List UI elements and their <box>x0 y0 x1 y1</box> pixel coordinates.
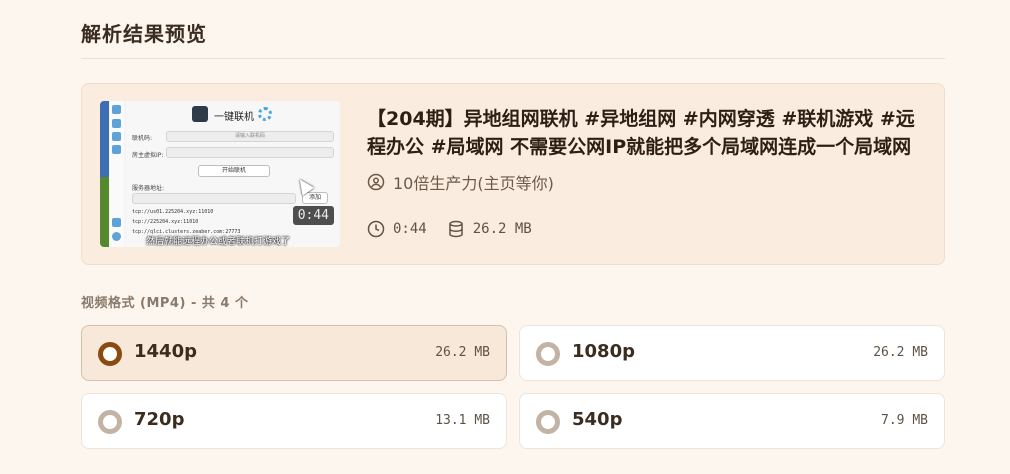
result-card: 一键联机 联机码: 请输入联机码 房主虚拟IP: 开始联机 服务器地址: 添加 … <box>81 83 945 265</box>
clock-icon <box>367 220 385 238</box>
thumb-icon-column <box>110 101 124 247</box>
format-option-540p[interactable]: 540p 7.9 MB <box>519 393 945 449</box>
thumb-caption: 然后就能远程办公或者联机打游戏了 <box>146 237 291 247</box>
radio-selected-icon[interactable] <box>98 342 122 366</box>
format-size: 26.2 MB <box>435 345 490 360</box>
author-name: 10倍生产力(主页等你) <box>393 174 554 193</box>
section-title: 解析结果预览 <box>81 22 207 46</box>
radio-icon[interactable] <box>536 342 560 366</box>
thumb-field2-label: 房主虚拟IP: <box>132 152 164 159</box>
thumb-home-icon <box>112 105 121 114</box>
thumb-app-window: 一键联机 联机码: 请输入联机码 房主虚拟IP: 开始联机 服务器地址: 添加 … <box>126 101 340 247</box>
format-label: 1080p <box>572 341 635 362</box>
video-title: 【204期】异地组网联机 #异地组网 #内网穿透 #联机游戏 #远程办公 #局域… <box>367 108 915 158</box>
video-thumbnail: 一键联机 联机码: 请输入联机码 房主虚拟IP: 开始联机 服务器地址: 添加 … <box>100 101 340 247</box>
thumb-menu-icon <box>112 145 121 154</box>
thumb-house-icon <box>112 119 121 128</box>
meta-row: 0:44 26.2 MB <box>367 220 532 238</box>
radio-icon[interactable] <box>536 410 560 434</box>
format-option-1080p[interactable]: 1080p 26.2 MB <box>519 325 945 381</box>
format-size: 13.1 MB <box>435 413 490 428</box>
thumb-field1-label: 联机码: <box>132 135 153 142</box>
format-option-1440p[interactable]: 1440p 26.2 MB <box>81 325 507 381</box>
duration-badge: 0:44 <box>292 206 334 225</box>
divider <box>81 58 945 59</box>
thumb-add-button: 添加 <box>302 192 328 204</box>
thumb-sidebar-strip <box>100 101 109 247</box>
radio-icon[interactable] <box>98 410 122 434</box>
thumb-server-box <box>132 193 296 204</box>
thumb-settings-icon <box>112 218 121 227</box>
thumb-field2-box <box>166 147 334 158</box>
thumb-server-label: 服务器地址: <box>132 185 165 192</box>
thumb-start-button: 开始联机 <box>198 165 270 177</box>
author-row: 10倍生产力(主页等你) <box>367 170 554 194</box>
duration-text: 0:44 <box>393 221 427 237</box>
format-option-720p[interactable]: 720p 13.1 MB <box>81 393 507 449</box>
database-icon <box>447 220 465 238</box>
thumb-spinner-icon <box>112 132 121 141</box>
format-size: 26.2 MB <box>873 345 928 360</box>
thumb-field1-box: 请输入联机码 <box>166 131 334 142</box>
thumb-help-icon <box>112 232 121 241</box>
duration-group: 0:44 <box>367 220 427 238</box>
format-size: 7.9 MB <box>881 413 928 428</box>
size-text: 26.2 MB <box>472 221 532 237</box>
thumb-logo-icon <box>192 106 208 122</box>
user-circle-icon <box>367 173 385 191</box>
thumb-loading-icon <box>258 107 272 121</box>
thumb-log-line: tcp://225204.xyz:11010 <box>132 219 199 225</box>
format-label: 540p <box>572 409 623 430</box>
thumb-header: 一键联机 <box>214 112 254 123</box>
size-group: 26.2 MB <box>447 220 532 238</box>
formats-label: 视频格式 (MP4) - 共 4 个 <box>81 296 249 311</box>
format-label: 1440p <box>134 341 197 362</box>
thumb-log-line: tcp://us01.225204.xyz:11010 <box>132 209 214 215</box>
format-label: 720p <box>134 409 185 430</box>
